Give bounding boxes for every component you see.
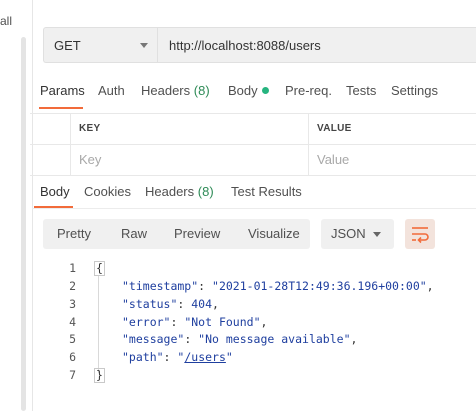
params-table: KEY VALUE Key Value (30, 113, 476, 176)
line-number: 3 (69, 297, 76, 311)
format-value: JSON (331, 226, 366, 241)
response-tab-test-results[interactable]: Test Results (231, 184, 302, 199)
tab-body-label: Body (228, 83, 258, 98)
code-line: "path": "/users" (122, 350, 233, 364)
sidebar-partial-label: all (0, 14, 13, 28)
line-number: 7 (69, 368, 76, 382)
table-checkbox-column (30, 114, 71, 144)
json-key: "message" (122, 332, 185, 346)
json-key: "path" (122, 350, 164, 364)
view-raw-button[interactable]: Raw (121, 219, 147, 249)
table-row: Key Value (30, 145, 476, 176)
chevron-down-icon (140, 43, 148, 48)
key-column-header: KEY (71, 114, 309, 144)
json-key: "error" (122, 315, 171, 329)
view-pretty-button[interactable]: Pretty (57, 219, 91, 249)
line-number: 4 (69, 315, 76, 329)
tab-settings[interactable]: Settings (391, 83, 438, 98)
wrap-lines-button[interactable] (405, 219, 435, 249)
response-tab-headers-count: (8) (197, 184, 214, 199)
key-input[interactable]: Key (71, 145, 309, 175)
close-brace: } (94, 368, 105, 383)
response-tab-cookies[interactable]: Cookies (84, 184, 131, 199)
tab-tests[interactable]: Tests (346, 83, 376, 98)
tab-pre-request-label: Pre-req. (285, 83, 332, 98)
code-line: } (94, 368, 105, 383)
code-line: "error": "Not Found", (122, 315, 268, 329)
json-key: "timestamp" (122, 279, 199, 293)
line-number: 2 (69, 279, 76, 293)
chevron-down-icon (373, 232, 381, 237)
json-string-value: "2021-01-28T12:49:36.196+00:00" (212, 279, 427, 293)
tab-auth[interactable]: Auth (98, 83, 125, 98)
value-input[interactable]: Value (310, 145, 476, 175)
tab-body[interactable]: Body (228, 83, 269, 98)
json-string-value: "Not Found" (184, 315, 261, 329)
method-select[interactable]: GET (43, 27, 157, 63)
response-tabs: Body Cookies Headers (8) Test Results (0, 184, 476, 206)
wrap-lines-icon (412, 227, 429, 244)
view-visualize-button[interactable]: Visualize (248, 219, 300, 249)
json-number-value: 404 (191, 297, 213, 311)
response-tab-headers-label: Headers (145, 184, 195, 199)
code-line: "timestamp": "2021-01-28T12:49:36.196+00… (122, 279, 434, 293)
response-tab-headers[interactable]: Headers (8) (145, 184, 214, 199)
response-tab-body[interactable]: Body (40, 184, 70, 199)
response-tabs-divider (32, 208, 476, 209)
view-mode-toolbar: Pretty Raw Preview Visualize (43, 219, 310, 249)
indent-guide (98, 275, 99, 373)
body-indicator-dot (261, 87, 269, 94)
line-number: 5 (69, 332, 76, 346)
row-checkbox-cell (30, 145, 71, 175)
tab-headers[interactable]: Headers (8) (141, 83, 210, 98)
value-column-header: VALUE (317, 123, 352, 134)
line-number: 6 (69, 350, 76, 364)
json-quote: " (225, 350, 233, 364)
tab-headers-label: Headers (141, 83, 191, 98)
path-link[interactable]: /users (184, 350, 226, 364)
view-preview-button[interactable]: Preview (174, 219, 220, 249)
tab-settings-label: Settings (391, 83, 438, 98)
line-number: 1 (69, 261, 76, 275)
tab-tests-label: Tests (346, 83, 377, 98)
request-tabs: Params Auth Headers (8) Body Pre-req. Te… (0, 83, 476, 107)
url-value: http://localhost:8088/users (169, 38, 321, 53)
url-input[interactable]: http://localhost:8088/users (157, 27, 476, 63)
tab-params-label: Params (40, 83, 85, 98)
json-key: "status" (122, 297, 178, 311)
tab-headers-count: (8) (193, 83, 210, 98)
method-value: GET (54, 38, 81, 53)
active-tab-underline (39, 107, 83, 109)
open-brace: { (94, 261, 105, 276)
tab-pre-request[interactable]: Pre-req. (285, 83, 332, 98)
response-body-editor[interactable]: 1 2 3 4 5 6 7 { "timestamp": "2021-01-28… (32, 257, 476, 387)
code-line: "message": "No message available", (122, 332, 358, 346)
table-header-row: KEY VALUE (30, 114, 476, 145)
json-string-value: "No message available" (198, 332, 351, 346)
format-select[interactable]: JSON (321, 219, 394, 249)
tab-auth-label: Auth (98, 83, 125, 98)
code-line: "status": 404, (122, 297, 219, 311)
tab-params[interactable]: Params (40, 83, 85, 98)
code-line: { (94, 261, 105, 276)
